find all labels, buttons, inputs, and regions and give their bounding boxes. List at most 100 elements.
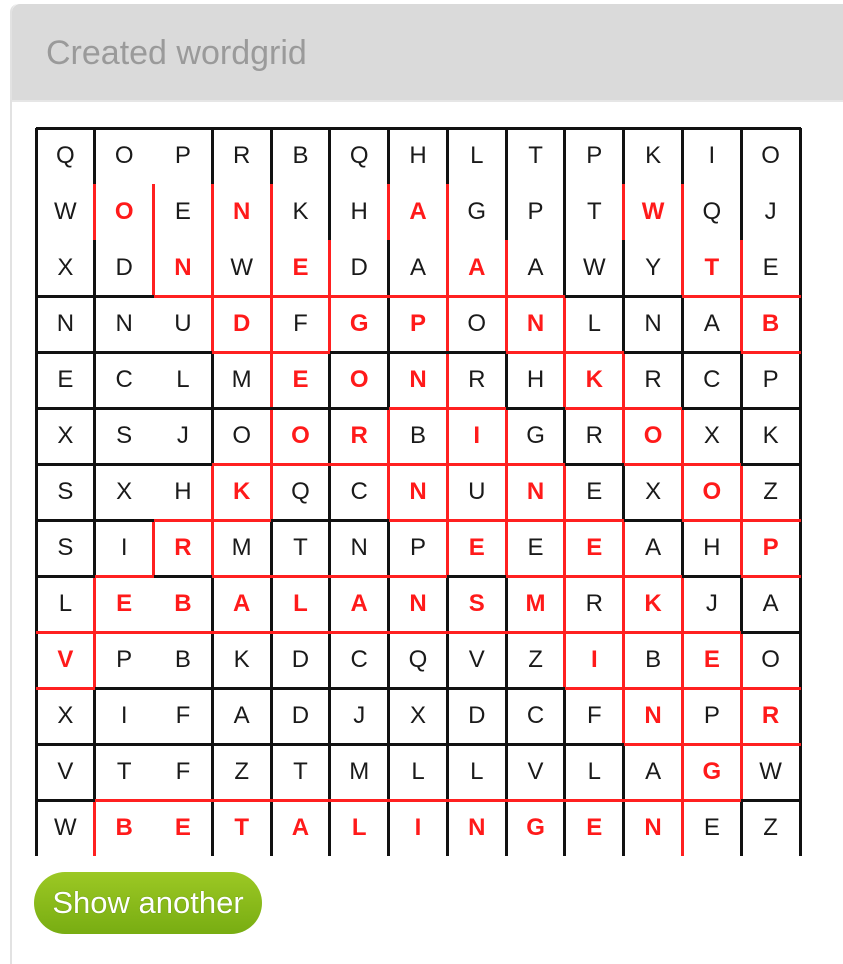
grid-cell: R — [585, 590, 603, 617]
grid-cell-highlighted: B — [174, 590, 192, 617]
grid-line-highlight — [269, 296, 273, 352]
grid-line — [269, 744, 273, 800]
grid-cell-highlighted: I — [414, 814, 422, 841]
grid-cell: A — [703, 310, 720, 337]
grid-line — [504, 688, 508, 744]
grid-line-highlight — [682, 462, 743, 466]
grid-line-highlight — [210, 296, 214, 352]
grid-cell: Z — [763, 478, 778, 505]
grid-cell: J — [705, 590, 718, 617]
grid-cell: D — [468, 702, 486, 729]
grid-cell-highlighted: N — [468, 814, 486, 841]
grid-line — [328, 464, 332, 520]
grid-line — [210, 744, 214, 800]
grid-cell: R — [233, 142, 251, 169]
grid-line — [564, 462, 626, 466]
grid-line-highlight — [506, 518, 567, 522]
grid-line — [34, 352, 38, 408]
grid-line-highlight — [739, 632, 743, 688]
grid-line-highlight — [504, 240, 508, 296]
grid-line — [93, 296, 97, 352]
grid-line — [93, 240, 97, 296]
grid-line — [269, 632, 273, 688]
grid-cell: T — [586, 198, 602, 225]
grid-line-highlight — [269, 464, 273, 520]
grid-line — [269, 800, 273, 856]
grid-line — [506, 686, 567, 690]
grid-cell: M — [231, 366, 252, 393]
grid-line-highlight — [741, 686, 802, 690]
grid-line-highlight — [623, 574, 684, 578]
grid-line — [153, 462, 214, 466]
grid-line — [504, 576, 508, 632]
grid-cell: B — [292, 142, 309, 169]
grid-cell: A — [645, 534, 662, 561]
grid-cell-highlighted: E — [468, 534, 485, 561]
grid-line — [564, 742, 626, 746]
grid-cell: Q — [349, 142, 369, 169]
show-another-button[interactable]: Show another — [34, 872, 262, 934]
grid-line — [623, 350, 684, 354]
grid-line-highlight — [739, 520, 743, 576]
grid-cell: L — [470, 142, 484, 169]
grid-line-highlight — [212, 798, 273, 802]
grid-line-highlight — [212, 350, 273, 354]
grid-line-highlight — [212, 518, 273, 522]
grid-cell: M — [231, 534, 252, 561]
grid-line-highlight — [271, 350, 332, 354]
grid-line — [153, 574, 214, 578]
grid-cell-highlighted: E — [703, 646, 720, 673]
grid-line-highlight — [447, 630, 508, 634]
grid-cell-highlighted: W — [641, 198, 665, 225]
grid-line — [94, 406, 156, 410]
grid-cell: E — [762, 254, 779, 281]
grid-cell: L — [470, 758, 484, 785]
grid-line-highlight — [153, 798, 214, 802]
grid-line-highlight — [623, 406, 684, 410]
grid-cell-highlighted: B — [761, 310, 780, 337]
grid-cell: F — [293, 310, 308, 337]
grid-line — [153, 742, 214, 746]
grid-line — [94, 686, 156, 690]
grid-line-highlight — [622, 184, 626, 240]
grid-line — [563, 800, 567, 856]
grid-line — [94, 518, 156, 522]
grid-line — [269, 520, 273, 576]
grid-cell-highlighted: N — [644, 702, 662, 729]
grid-line — [387, 296, 391, 352]
grid-cell-highlighted: N — [174, 254, 192, 281]
grid-line — [34, 688, 38, 744]
grid-cell: P — [174, 142, 191, 169]
grid-line — [93, 520, 97, 576]
grid-line — [153, 350, 214, 354]
grid-cell-highlighted: A — [409, 198, 427, 225]
grid-cell: R — [585, 422, 603, 449]
grid-line-highlight — [623, 742, 684, 746]
grid-cell: S — [116, 422, 133, 449]
grid-line — [93, 408, 97, 464]
grid-line-highlight — [388, 798, 449, 802]
grid-line-highlight — [388, 294, 449, 298]
grid-cell-highlighted: A — [233, 590, 251, 617]
grid-line-highlight — [93, 632, 97, 688]
grid-line-highlight — [739, 744, 743, 800]
grid-line-highlight — [445, 296, 449, 352]
grid-line — [506, 742, 567, 746]
grid-line — [34, 576, 38, 632]
grid-line — [563, 184, 567, 240]
grid-line-highlight — [563, 352, 567, 408]
grid-line-highlight — [682, 798, 743, 802]
grid-line — [271, 686, 332, 690]
grid-cell-highlighted: M — [525, 590, 546, 617]
grid-cell: C — [115, 366, 133, 393]
grid-line-highlight — [388, 630, 449, 634]
grid-line — [212, 406, 273, 410]
grid-line-highlight — [504, 520, 508, 576]
grid-line — [622, 240, 626, 296]
grid-line — [798, 464, 802, 520]
grid-cell: Z — [763, 814, 778, 841]
grid-line-highlight — [680, 184, 684, 240]
grid-cell: E — [174, 198, 191, 225]
grid-line — [328, 688, 332, 744]
grid-cell: T — [116, 758, 132, 785]
